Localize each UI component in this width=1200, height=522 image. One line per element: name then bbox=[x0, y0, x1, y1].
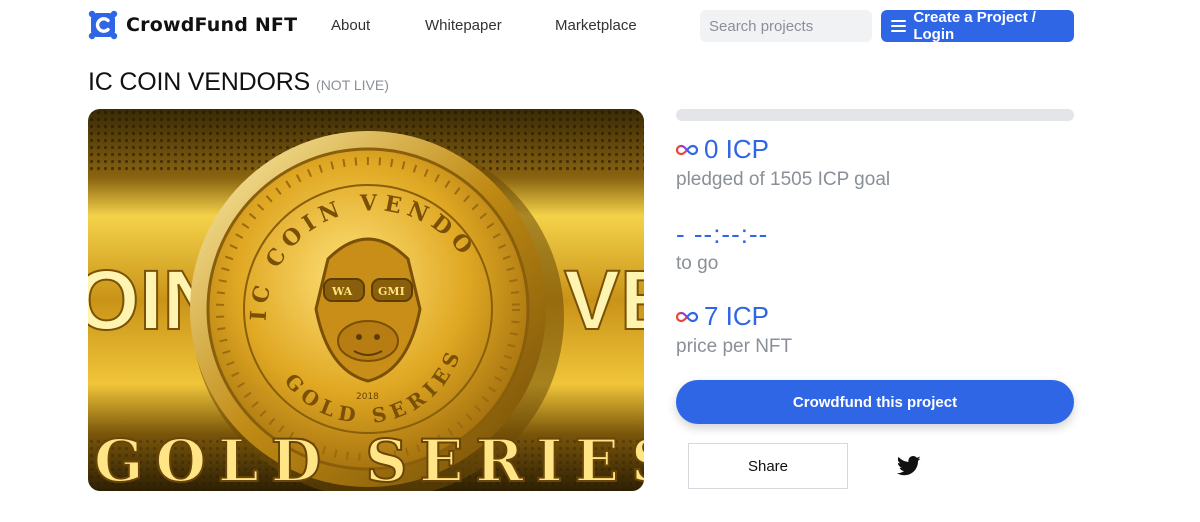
create-project-login-button[interactable]: Create a Project / Login bbox=[881, 9, 1074, 43]
share-button[interactable]: Share bbox=[688, 443, 848, 489]
funding-progress-bar bbox=[676, 109, 1074, 121]
create-project-login-label: Create a Project / Login bbox=[913, 9, 1036, 43]
pledged-amount: 0 ICP bbox=[676, 134, 769, 165]
banner-bottom-text: GOLD SERIES bbox=[94, 427, 644, 491]
project-status: (NOT LIVE) bbox=[316, 77, 389, 93]
project-image: OIN VE IC COIN VENDORS GOLD SERIES WA GM… bbox=[88, 109, 644, 491]
hamburger-menu-icon bbox=[891, 20, 907, 32]
crowdfund-logo-icon bbox=[88, 10, 118, 40]
banner-right-text: VE bbox=[564, 253, 644, 347]
nav-about[interactable]: About bbox=[331, 17, 370, 34]
project-title-row: IC COIN VENDORS (NOT LIVE) bbox=[88, 68, 389, 97]
price-amount: 7 ICP bbox=[676, 301, 769, 332]
twitter-icon[interactable] bbox=[897, 455, 921, 477]
icp-infinity-icon bbox=[676, 311, 698, 322]
nav-whitepaper[interactable]: Whitepaper bbox=[425, 17, 502, 34]
brand-logo[interactable]: CrowdFund NFT bbox=[88, 10, 297, 40]
nav-marketplace[interactable]: Marketplace bbox=[555, 17, 637, 34]
crowdfund-button[interactable]: Crowdfund this project bbox=[676, 380, 1074, 424]
gold-coin-artwork: OIN VE IC COIN VENDORS GOLD SERIES WA GM… bbox=[88, 109, 644, 491]
top-navbar: CrowdFund NFT About Whitepaper Marketpla… bbox=[0, 0, 1200, 52]
price-label: price per NFT bbox=[676, 336, 793, 357]
price-value: 7 ICP bbox=[704, 301, 770, 331]
glasses-left-text: WA bbox=[331, 285, 353, 298]
brand-name: CrowdFund NFT bbox=[126, 14, 298, 36]
countdown-label: to go bbox=[676, 253, 719, 274]
search-input[interactable] bbox=[700, 10, 872, 42]
pledged-label: pledged of 1505 ICP goal bbox=[676, 169, 891, 190]
coin-year-text: 2018 bbox=[356, 392, 379, 402]
pledged-value: 0 ICP bbox=[704, 134, 770, 164]
project-title: IC COIN VENDORS bbox=[88, 68, 311, 96]
glasses-right-text: GMI bbox=[378, 285, 405, 298]
countdown-timer: - --:--:-- bbox=[676, 219, 769, 249]
icp-infinity-icon bbox=[676, 144, 698, 155]
